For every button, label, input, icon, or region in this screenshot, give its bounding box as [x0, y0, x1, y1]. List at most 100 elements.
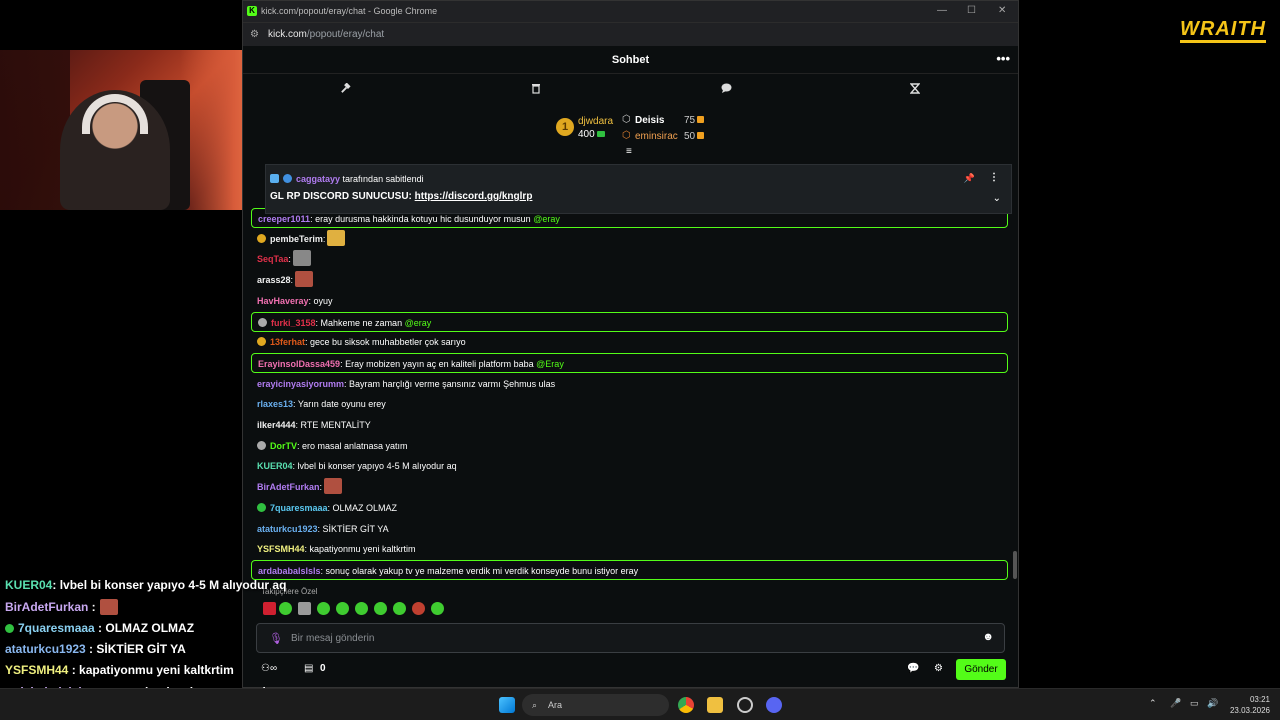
coin-icon	[697, 132, 705, 139]
emote-image-icon	[99, 599, 118, 616]
emote-icon[interactable]	[279, 602, 292, 615]
gift-leaderboard: 1 djwdara 400 ⬡ Deisis 75 ⬡ eminsirac 50…	[243, 106, 1018, 157]
trash-icon[interactable]	[531, 83, 541, 97]
chat-username[interactable]: KUER04	[257, 461, 293, 471]
emote-icon[interactable]	[374, 602, 387, 615]
chat-username[interactable]: ErayinsolDassa459	[258, 359, 340, 369]
emote-icon[interactable]	[336, 602, 349, 615]
emote-image-icon	[327, 229, 346, 246]
microphone-icon[interactable]: 🎙	[269, 632, 283, 645]
chat-bubble-icon[interactable]	[721, 83, 732, 96]
overlay-chat-line: ataturkcu1923 : SİKTİER GİT YA	[5, 642, 186, 656]
chat-username[interactable]: ataturkcu1923	[257, 524, 318, 534]
network-icon[interactable]: ▭	[1190, 698, 1199, 709]
mod-toolbar	[243, 75, 1018, 105]
app-icon[interactable]	[737, 697, 753, 713]
chat-settings-bubble-icon[interactable]: 💬	[907, 663, 919, 674]
overlay-chat-line: YSFSMH44 : kapatiyonmu yeni kaltkrtim	[5, 663, 234, 677]
badge-icon	[283, 174, 292, 183]
chat-username[interactable]: 13ferhat	[270, 337, 305, 347]
leader-first-name[interactable]: djwdara	[578, 116, 613, 127]
leader-second-value: 75	[684, 115, 696, 126]
emote-icon[interactable]	[263, 602, 276, 615]
send-button[interactable]: Gönder	[956, 659, 1006, 680]
leader-third-name[interactable]: eminsirac	[635, 131, 678, 142]
chat-username[interactable]: erayicinyasiyorumm	[257, 379, 344, 389]
emote-icon[interactable]	[412, 602, 425, 615]
tray-chevron-icon[interactable]: ⌃	[1149, 698, 1157, 709]
emote-icon[interactable]	[298, 602, 311, 615]
chat-text: : oyuy	[308, 295, 333, 306]
start-menu-icon[interactable]	[499, 697, 515, 713]
chat-text: : Bayram harçlığı verme şansınız varmı Ş…	[344, 378, 556, 389]
points-count: 0	[320, 663, 326, 674]
chat-message: arass28:	[251, 270, 1008, 290]
site-settings-icon[interactable]: ⚙	[250, 29, 259, 40]
store-icon[interactable]: ▤	[304, 663, 313, 674]
webcam-feed	[0, 50, 270, 210]
chevron-down-icon[interactable]: ⌄	[993, 193, 1001, 204]
address-bar[interactable]: ⚙ kick.com/popout/eray/chat	[243, 22, 1018, 46]
pin-icon[interactable]: 📌	[964, 173, 975, 184]
chat-mention[interactable]: @eray	[405, 318, 432, 328]
emoji-picker-icon[interactable]: ☻	[982, 631, 994, 643]
volume-icon[interactable]: 🔊	[1207, 698, 1218, 709]
maximize-button[interactable]: ☐	[967, 5, 976, 16]
chat-scrollbar[interactable]	[1013, 551, 1017, 579]
close-button[interactable]: ✕	[998, 5, 1006, 16]
chat-mention[interactable]: @Eray	[536, 359, 564, 369]
pinned-link[interactable]: https://discord.gg/knglrp	[415, 191, 533, 202]
hourglass-icon[interactable]	[909, 83, 921, 97]
chat-message: ardababalslsls: sonuç olarak yakup tv ye…	[251, 559, 1008, 580]
chat-username[interactable]: pembeTerim	[270, 234, 323, 244]
user-badge-icon	[257, 440, 266, 450]
window-title: kick.com/popout/eray/chat - Google Chrom…	[261, 6, 438, 16]
emote-icon[interactable]	[355, 602, 368, 615]
chat-text: :	[288, 254, 291, 265]
emote-image-icon	[292, 250, 311, 267]
clock[interactable]: 03:21 23.03.2026	[1228, 694, 1270, 716]
chat-username[interactable]: ardababalslsls	[258, 566, 321, 576]
chrome-icon[interactable]	[678, 697, 694, 713]
emote-icon[interactable]	[317, 602, 330, 615]
chat-text: : Eray mobizen yayın aç en kaliteli plat…	[340, 358, 537, 369]
clock-date: 23.03.2026	[1229, 706, 1270, 715]
chat-username[interactable]: SeqTaa	[257, 254, 288, 264]
chat-text: : eray durusma hakkinda kotuyu hic dusun…	[310, 214, 534, 224]
search-icon: ⌕	[532, 700, 538, 710]
chat-mention[interactable]: @eray	[533, 214, 560, 224]
pinned-options-icon[interactable]: ⋮	[989, 172, 999, 183]
microphone-tray-icon[interactable]: 🎤	[1170, 698, 1181, 709]
watch-party-icon[interactable]: ⚇∞	[261, 663, 277, 674]
chat-username[interactable]: HavHaveray	[257, 296, 309, 306]
chat-username[interactable]: ilker4444	[257, 420, 296, 430]
chat-text: : lvbel bi konser yapıyo 4-5 M alıyodur …	[292, 461, 457, 472]
chat-username[interactable]: 7quaresmaaa	[270, 503, 328, 513]
pinned-by-user[interactable]: caggatayy	[296, 174, 340, 184]
leader-second-name[interactable]: Deisis	[635, 115, 664, 126]
chat-text: : OLMAZ OLMAZ	[327, 502, 398, 513]
chat-username[interactable]: BirAdetFurkan	[257, 482, 320, 492]
file-explorer-icon[interactable]	[707, 697, 723, 713]
hammer-icon[interactable]	[340, 82, 351, 97]
taskbar-search[interactable]: ⌕ Ara	[522, 694, 669, 716]
scroll-toggle-icon[interactable]: ≡	[626, 146, 632, 157]
chat-username[interactable]: furki_3158	[271, 318, 316, 328]
more-options-button[interactable]: •••	[996, 51, 1010, 66]
chat-header: Sohbet •••	[243, 46, 1018, 74]
chat-username[interactable]: DorTV	[270, 441, 297, 451]
chat-input[interactable]: 🎙 Bir mesaj gönderin ☻	[256, 623, 1005, 653]
emote-icon[interactable]	[431, 602, 444, 615]
minimize-button[interactable]: —	[937, 5, 947, 16]
chat-username[interactable]: rlaxes13	[257, 399, 293, 409]
kick-favicon-icon: K	[247, 6, 257, 16]
emote-icon[interactable]	[393, 602, 406, 615]
chat-message: ErayinsolDassa459: Eray mobizen yayın aç…	[251, 352, 1008, 373]
chat-username[interactable]: YSFSMH44	[257, 544, 305, 554]
overlay-text: : kapatiyonmu yeni kaltkrtim	[68, 663, 234, 678]
gear-icon[interactable]: ⚙	[934, 663, 943, 674]
chat-username[interactable]: creeper1011	[258, 214, 310, 224]
chat-username[interactable]: arass28	[257, 275, 291, 285]
discord-icon[interactable]	[766, 697, 782, 713]
pinned-by-label: tarafından sabitlendi	[342, 174, 424, 184]
